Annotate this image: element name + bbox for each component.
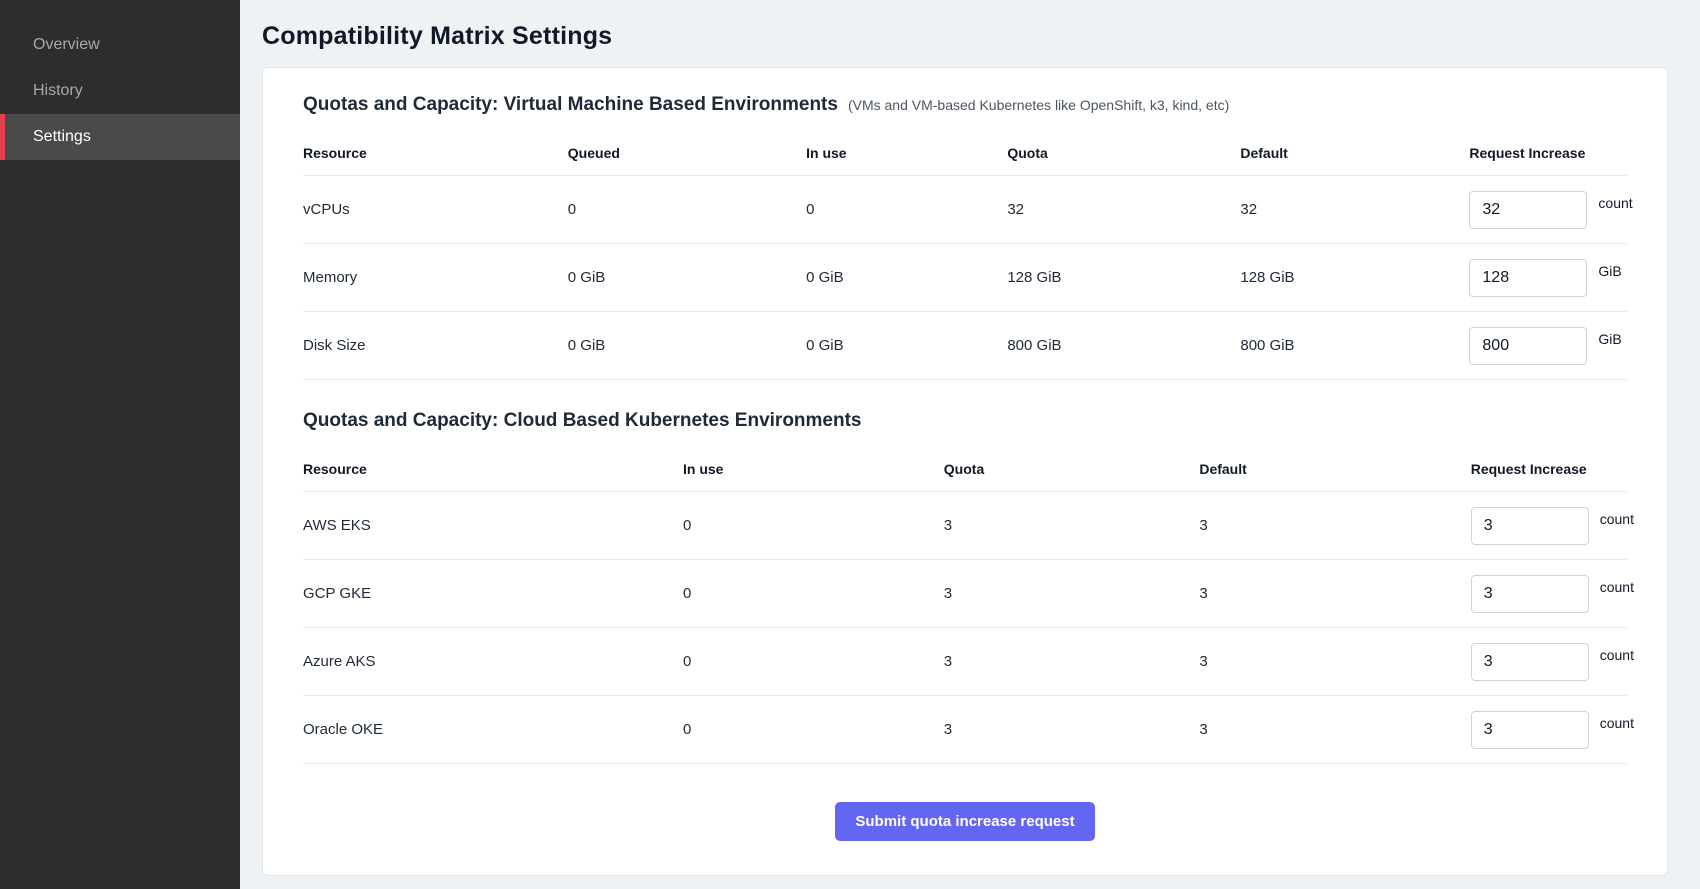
column-header-quota: Quota — [1007, 139, 1240, 167]
resource-label: GCP GKE — [303, 585, 683, 602]
default-value: 32 — [1240, 201, 1469, 218]
table-row-gcp-gke: GCP GKE 0 3 3 count — [303, 560, 1627, 628]
table-row-azure-aks: Azure AKS 0 3 3 count — [303, 628, 1627, 696]
vcpus-request-input[interactable] — [1469, 191, 1587, 229]
sidebar-item-overview-label: Overview — [33, 36, 100, 54]
unit-label: count — [1600, 511, 1634, 527]
column-header-default: Default — [1240, 139, 1469, 167]
sidebar-item-settings-label: Settings — [33, 128, 91, 146]
default-value: 3 — [1199, 517, 1470, 534]
sidebar-item-history[interactable]: History — [0, 68, 240, 114]
unit-label: count — [1600, 715, 1634, 731]
column-header-default: Default — [1199, 455, 1470, 483]
quota-value: 3 — [944, 721, 1200, 738]
unit-label: count — [1598, 195, 1632, 211]
vm-section-subtitle: (VMs and VM-based Kubernetes like OpenSh… — [848, 97, 1229, 113]
in-use-value: 0 — [806, 201, 1007, 218]
submit-quota-increase-button[interactable]: Submit quota increase request — [835, 802, 1094, 841]
default-value: 800 GiB — [1240, 337, 1469, 354]
azure-aks-request-input[interactable] — [1471, 643, 1589, 681]
resource-label: Disk Size — [303, 337, 568, 354]
default-value: 128 GiB — [1240, 269, 1469, 286]
quota-value: 128 GiB — [1007, 269, 1240, 286]
page-title: Compatibility Matrix Settings — [262, 22, 1668, 51]
in-use-value: 0 — [683, 517, 944, 534]
resource-label: Azure AKS — [303, 653, 683, 670]
sidebar: Overview History Settings — [0, 0, 240, 889]
default-value: 3 — [1199, 585, 1470, 602]
in-use-value: 0 — [683, 653, 944, 670]
column-header-resource: Resource — [303, 455, 683, 483]
table-row-aws-eks: AWS EKS 0 3 3 count — [303, 492, 1627, 560]
main-content: Compatibility Matrix Settings Quotas and… — [240, 0, 1700, 889]
quota-value: 800 GiB — [1007, 337, 1240, 354]
submit-row: Submit quota increase request — [303, 802, 1627, 841]
settings-card: Quotas and Capacity: Virtual Machine Bas… — [262, 67, 1668, 876]
unit-label: count — [1600, 579, 1634, 595]
in-use-value: 0 — [683, 585, 944, 602]
queued-value: 0 — [568, 201, 806, 218]
quota-value: 32 — [1007, 201, 1240, 218]
column-header-in-use: In use — [683, 455, 944, 483]
quota-value: 3 — [944, 517, 1200, 534]
sidebar-item-settings[interactable]: Settings — [0, 114, 240, 160]
app-window: Overview History Settings Compatibility … — [0, 0, 1700, 889]
cloud-section-title: Quotas and Capacity: Cloud Based Kuberne… — [303, 410, 862, 432]
unit-label: count — [1600, 647, 1634, 663]
quota-value: 3 — [944, 653, 1200, 670]
unit-label: GiB — [1598, 263, 1621, 279]
cloud-section-header: Quotas and Capacity: Cloud Based Kuberne… — [303, 410, 1627, 432]
in-use-value: 0 GiB — [806, 269, 1007, 286]
resource-label: Oracle OKE — [303, 721, 683, 738]
table-row-oracle-oke: Oracle OKE 0 3 3 count — [303, 696, 1627, 764]
in-use-value: 0 GiB — [806, 337, 1007, 354]
default-value: 3 — [1199, 653, 1470, 670]
column-header-quota: Quota — [944, 455, 1200, 483]
column-header-resource: Resource — [303, 139, 568, 167]
quota-value: 3 — [944, 585, 1200, 602]
memory-request-input[interactable] — [1469, 259, 1587, 297]
vm-section-title: Quotas and Capacity: Virtual Machine Bas… — [303, 94, 838, 116]
vm-section-header: Quotas and Capacity: Virtual Machine Bas… — [303, 94, 1627, 116]
sidebar-item-overview[interactable]: Overview — [0, 22, 240, 68]
column-header-in-use: In use — [806, 139, 1007, 167]
unit-label: GiB — [1598, 331, 1621, 347]
gcp-gke-request-input[interactable] — [1471, 575, 1589, 613]
resource-label: vCPUs — [303, 201, 568, 218]
column-header-queued: Queued — [568, 139, 806, 167]
cloud-table-header: Resource In use Quota Default Request In… — [303, 446, 1627, 492]
queued-value: 0 GiB — [568, 337, 806, 354]
table-row-vcpus: vCPUs 0 0 32 32 count — [303, 176, 1627, 244]
column-header-request-increase: Request Increase — [1471, 455, 1627, 483]
table-row-disk-size: Disk Size 0 GiB 0 GiB 800 GiB 800 GiB Gi… — [303, 312, 1627, 380]
vm-table-header: Resource Queued In use Quota Default Req… — [303, 130, 1627, 176]
table-row-memory: Memory 0 GiB 0 GiB 128 GiB 128 GiB GiB — [303, 244, 1627, 312]
default-value: 3 — [1199, 721, 1470, 738]
queued-value: 0 GiB — [568, 269, 806, 286]
sidebar-item-history-label: History — [33, 82, 83, 100]
column-header-request-increase: Request Increase — [1469, 139, 1627, 167]
in-use-value: 0 — [683, 721, 944, 738]
disk-size-request-input[interactable] — [1469, 327, 1587, 365]
oracle-oke-request-input[interactable] — [1471, 711, 1589, 749]
resource-label: Memory — [303, 269, 568, 286]
resource-label: AWS EKS — [303, 517, 683, 534]
aws-eks-request-input[interactable] — [1471, 507, 1589, 545]
